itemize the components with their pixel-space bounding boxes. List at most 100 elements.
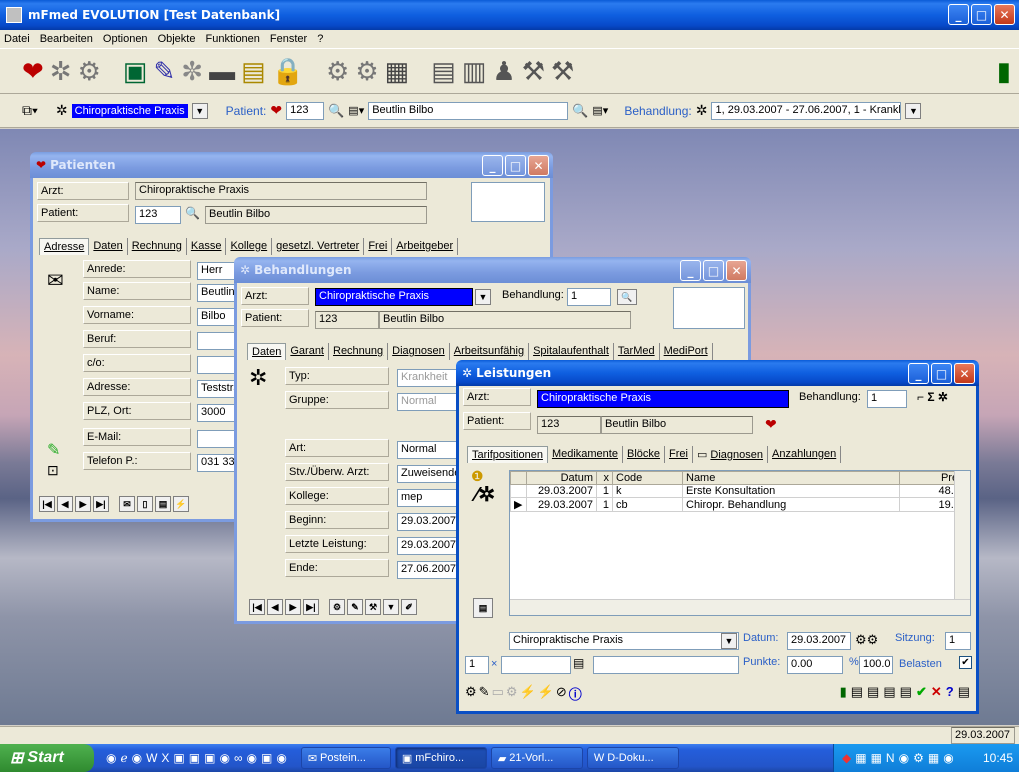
pills-icon[interactable]: ✼ [181,56,203,87]
prev-record-button[interactable]: ◀ [267,599,283,615]
quantity-field[interactable]: 1 [465,656,489,674]
field-value[interactable]: 27.06.2007 [397,561,457,579]
close-button[interactable]: ✕ [994,4,1015,25]
code-field[interactable] [501,656,571,674]
pen-icon[interactable]: ✐ [401,599,417,615]
field-value[interactable]: 29.03.2007 [397,513,457,531]
gear-icon[interactable]: ⚙ [506,684,518,703]
tab-frei[interactable]: Frei [665,446,693,463]
tab-arbeitgeber[interactable]: Arbeitgeber [392,238,459,255]
word-icon[interactable]: W [146,751,157,765]
patient-name-field[interactable]: Beutlin Bilbo [368,101,569,120]
circle-icon[interactable]: ⊘ [556,684,567,703]
attach-icon[interactable]: ⚙ [465,684,477,703]
menu-objekte[interactable]: Objekte [158,33,196,45]
next-record-button[interactable]: ▶ [75,496,91,512]
settings2-icon[interactable]: ⚙ [355,56,378,87]
tab-rechnung[interactable]: Rechnung [329,343,389,360]
tab-mediport[interactable]: MediPort [660,343,713,360]
col-datum[interactable]: Datum [526,471,597,485]
tab-diagnosen[interactable]: Diagnosen [388,343,450,360]
wheel-icon[interactable]: ✲ [50,56,72,87]
minimize-button[interactable]: _ [482,155,503,176]
menu-funktionen[interactable]: Funktionen [205,33,259,45]
start-button[interactable]: ⊞ Start [0,744,94,772]
edit-icon[interactable]: ✎ [47,440,60,460]
tab-bloecke[interactable]: Blöcke [623,446,666,463]
col-name[interactable]: Name [682,471,900,485]
tab-arbeitsunfaehig[interactable]: Arbeitsunfähig [450,343,530,360]
tray-icon-7[interactable]: ▦ [928,751,939,765]
first-record-button[interactable]: |◀ [39,496,55,512]
sigma-icon[interactable]: ⌐ Σ ✲ [917,390,948,404]
ql-icon-3[interactable]: ◉ [132,751,142,765]
card-dropdown-icon[interactable]: ▤▾ [348,104,364,117]
gear-icon[interactable]: ⚙ [78,56,101,87]
field-value[interactable]: Zuweisende [397,465,457,483]
card-icon[interactable]: ▬ [209,56,235,87]
ql-icon-12[interactable]: ▣ [261,751,272,765]
menu-datei[interactable]: Datei [4,33,30,45]
tab-rechnung[interactable]: Rechnung [128,238,187,255]
chart-icon[interactable]: ▦ [385,56,410,87]
tab-garant[interactable]: Garant [286,343,329,360]
doc3-icon[interactable]: ▤ [900,684,912,700]
ql-icon-9[interactable]: ◉ [219,751,229,765]
wrench-icon[interactable]: ⚒ [551,56,574,87]
lookup-icon[interactable]: ▤ [573,656,584,670]
attach-icon[interactable]: ⚙ [329,599,345,615]
col-x[interactable]: x [596,471,613,485]
maximize-button[interactable]: □ [971,4,992,25]
close-button[interactable]: ✕ [726,260,747,281]
clipboard-icon[interactable]: ▤ [241,56,266,87]
search2-icon[interactable]: 🔍 [572,103,588,119]
belasten-checkbox[interactable]: ✔ [959,656,972,669]
maximize-button[interactable]: □ [931,363,952,384]
task-postein[interactable]: ✉ Postein... [300,747,391,769]
pda-icon[interactable]: ▮ [997,56,1011,87]
grid-vscroll[interactable] [954,471,970,599]
menu-fenster[interactable]: Fenster [270,33,307,45]
copy-icon[interactable]: ▤ [155,496,171,512]
help-button[interactable]: ? [946,684,954,700]
name-field[interactable] [593,656,739,674]
maximize-button[interactable]: □ [703,260,724,281]
lightning2-icon[interactable]: ⚡ [538,684,554,703]
lightning-icon[interactable]: ⚡ [520,684,536,703]
tab-tarmed[interactable]: TarMed [614,343,660,360]
tools-icon[interactable]: ⚒ [365,599,381,615]
ie-icon[interactable]: ℯ [120,751,127,765]
new-doc-icon[interactable]: ▯ [137,496,153,512]
close-button[interactable]: ✕ [528,155,549,176]
task-21vorl[interactable]: ▰ 21-Vorl... [490,747,583,769]
field-value[interactable]: Normal [397,393,457,411]
settings-icon[interactable]: ⚙ [326,56,349,87]
behandlung-field[interactable]: 1 [567,288,611,306]
first-record-button[interactable]: |◀ [249,599,265,615]
patient-id-field[interactable]: 123 [135,206,181,224]
patient-id-field[interactable]: 123 [286,101,325,120]
tab-kollege[interactable]: Kollege [226,238,273,255]
doc-icon[interactable]: ▤ [867,684,879,700]
practice-dropdown[interactable]: ▼ [721,633,737,649]
ql-icon-8[interactable]: ▣ [204,751,215,765]
book-icon[interactable]: ▮ [840,684,847,700]
document-icon[interactable]: ▤ [431,56,456,87]
minimize-button[interactable]: _ [680,260,701,281]
table-row[interactable]: 29.03.2007 1 k Erste Konsultation 48.40 [510,484,970,498]
ok-button[interactable]: ✔ [916,684,927,700]
field-value[interactable]: 29.03.2007 [397,537,457,555]
lock-icon[interactable]: 🔒 [272,56,304,87]
doc2-icon[interactable]: ▤ [883,684,895,700]
drop-icon[interactable]: ▤ [473,598,493,618]
speaker-icon[interactable]: ◉ [943,751,953,765]
grid-hscroll[interactable] [510,599,970,615]
ql-icon-6[interactable]: ▣ [173,751,184,765]
info-icon[interactable]: ⓘ [569,684,582,703]
tray-icon-3[interactable]: ▦ [871,751,882,765]
behandlung-dropdown[interactable]: ▼ [905,102,922,119]
tray-icon-6[interactable]: ⚙ [913,751,924,765]
field-value[interactable]: Normal [397,441,457,459]
task-mfchiro[interactable]: ▣ mFchiro... [394,747,487,769]
last-record-button[interactable]: ▶| [303,599,319,615]
